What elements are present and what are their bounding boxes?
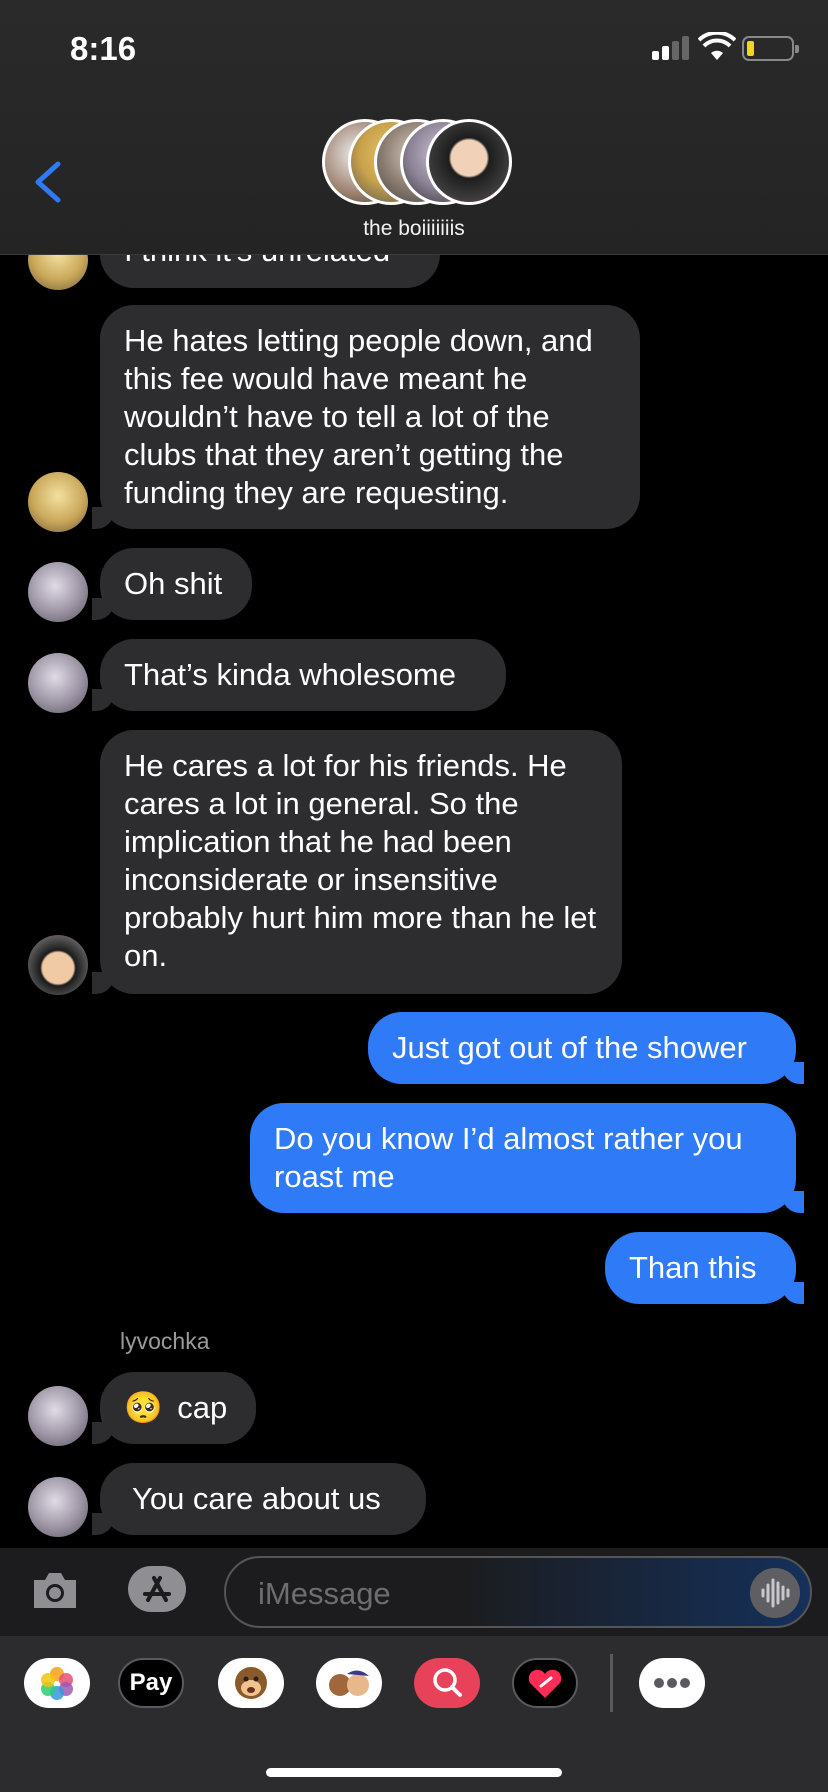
incoming-message[interactable]: He hates letting people down, and this f…	[92, 305, 640, 529]
wifi-icon	[698, 32, 736, 60]
conversation-header: 8:16 the boiiiiiiis	[0, 0, 828, 255]
sender-name: lyvochka	[120, 1328, 210, 1354]
incoming-message[interactable]: That’s kinda wholesome	[92, 639, 506, 711]
app-drawer-divider	[610, 1654, 613, 1712]
sender-avatar[interactable]	[28, 472, 88, 532]
sender-avatar[interactable]	[28, 935, 88, 995]
sender-avatar[interactable]	[28, 1386, 88, 1446]
photos-icon[interactable]	[24, 1658, 90, 1708]
memoji-icon[interactable]	[316, 1658, 382, 1708]
outgoing-message[interactable]: Just got out of the shower	[368, 1012, 804, 1084]
group-avatars[interactable]	[322, 119, 512, 205]
apple-pay-icon[interactable]: Pay	[118, 1658, 184, 1708]
message-input-placeholder: iMessage	[258, 1576, 391, 1611]
animoji-icon[interactable]	[218, 1658, 284, 1708]
status-time: 8:16	[70, 30, 137, 67]
battery-icon	[742, 36, 799, 61]
message-input[interactable]: iMessage	[224, 1556, 812, 1628]
group-name[interactable]: the boiiiiiiis	[0, 217, 828, 241]
app-store-icon[interactable]	[126, 1564, 188, 1614]
member-avatar	[426, 119, 512, 205]
pleading-face-emoji: 🥺	[124, 1390, 163, 1425]
imessage-app-drawer: Pay	[0, 1636, 828, 1792]
audio-record-icon[interactable]	[750, 1568, 800, 1618]
sender-avatar[interactable]	[28, 1477, 88, 1537]
incoming-message[interactable]: He cares a lot for his friends. He cares…	[92, 730, 622, 994]
camera-icon[interactable]	[30, 1568, 80, 1612]
back-chevron-icon[interactable]	[30, 160, 66, 204]
image-search-icon[interactable]	[414, 1658, 480, 1708]
incoming-message[interactable]: Oh shit	[92, 548, 252, 620]
more-apps-icon[interactable]	[639, 1658, 705, 1708]
cellular-signal-icon	[652, 36, 690, 60]
sender-avatar[interactable]	[28, 562, 88, 622]
digital-touch-icon[interactable]	[512, 1658, 578, 1708]
outgoing-message[interactable]: Do you know I’d almost rather you roast …	[250, 1103, 804, 1213]
message-input-bar: iMessage	[0, 1548, 828, 1636]
home-indicator[interactable]	[266, 1768, 562, 1777]
incoming-message[interactable]: 🥺 cap	[92, 1372, 256, 1444]
outgoing-message[interactable]: Than this	[605, 1232, 804, 1304]
sender-avatar[interactable]	[28, 653, 88, 713]
incoming-message[interactable]: You care about us	[92, 1463, 426, 1535]
